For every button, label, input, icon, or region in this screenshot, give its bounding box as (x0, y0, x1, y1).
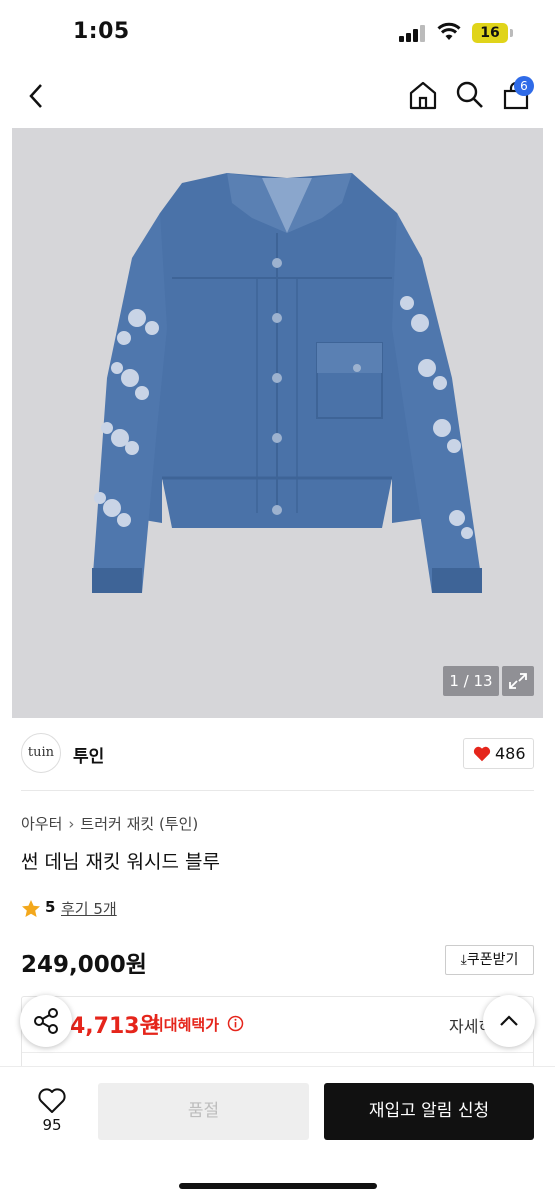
wishlist-count: 95 (42, 1116, 62, 1134)
scroll-top-button[interactable] (483, 995, 535, 1047)
brand-name[interactable]: 투인 (73, 742, 104, 767)
breadcrumb: 아우터 › 트러커 재킷 (투인) (21, 813, 198, 834)
battery-icon: 16 (472, 23, 508, 43)
wifi-icon (437, 22, 461, 40)
max-benefit-label: 최대혜택가 (150, 1016, 220, 1034)
coupon-button[interactable]: ⤓쿠폰받기 (445, 945, 534, 975)
restock-alert-button[interactable]: 재입고 알림 신청 (324, 1083, 534, 1140)
share-button[interactable] (20, 995, 72, 1047)
home-indicator (179, 1183, 377, 1189)
image-counter: 1 / 13 (443, 666, 499, 696)
chevron-right-icon: › (68, 815, 75, 833)
share-icon (34, 1008, 58, 1034)
expand-image-button[interactable] (502, 666, 534, 696)
rating-score: 5 (45, 898, 56, 916)
status-time: 1:05 (73, 19, 130, 44)
heart-outline-icon (38, 1088, 66, 1113)
review-count-link[interactable]: 후기 5개 (61, 898, 117, 919)
soldout-button: 품절 (98, 1083, 309, 1140)
max-benefit-price: 4,713원 (70, 1014, 160, 1039)
status-bar: 1:05 16 (0, 0, 555, 66)
benefit-divider (22, 1052, 533, 1053)
battery-tip (510, 29, 513, 37)
top-nav (0, 66, 555, 128)
info-icon[interactable] (227, 1015, 244, 1032)
back-icon[interactable] (26, 82, 46, 110)
search-icon[interactable] (455, 80, 485, 110)
chevron-up-icon (500, 1015, 518, 1026)
product-title: 썬 데님 재킷 워시드 블루 (21, 851, 220, 873)
denim-jacket-image (92, 173, 482, 593)
breadcrumb-subcategory[interactable]: 트러커 재킷 (투인) (80, 815, 198, 833)
heart-filled-icon (473, 746, 491, 762)
brand-logo[interactable]: tuin (21, 733, 61, 773)
signal-icon (399, 24, 429, 42)
cart-count-badge: 6 (514, 76, 534, 96)
product-image[interactable] (12, 128, 543, 718)
star-icon (22, 900, 40, 917)
home-icon[interactable] (408, 80, 438, 110)
product-price: 249,000원 (21, 952, 147, 978)
brand-like-button[interactable]: 486 (463, 738, 534, 769)
divider (21, 790, 534, 791)
wishlist-button[interactable] (36, 1087, 68, 1119)
breadcrumb-category[interactable]: 아우터 (21, 815, 62, 833)
expand-icon (509, 673, 527, 689)
brand-like-count: 486 (495, 744, 526, 763)
coupon-label: 쿠폰받기 (466, 952, 519, 968)
